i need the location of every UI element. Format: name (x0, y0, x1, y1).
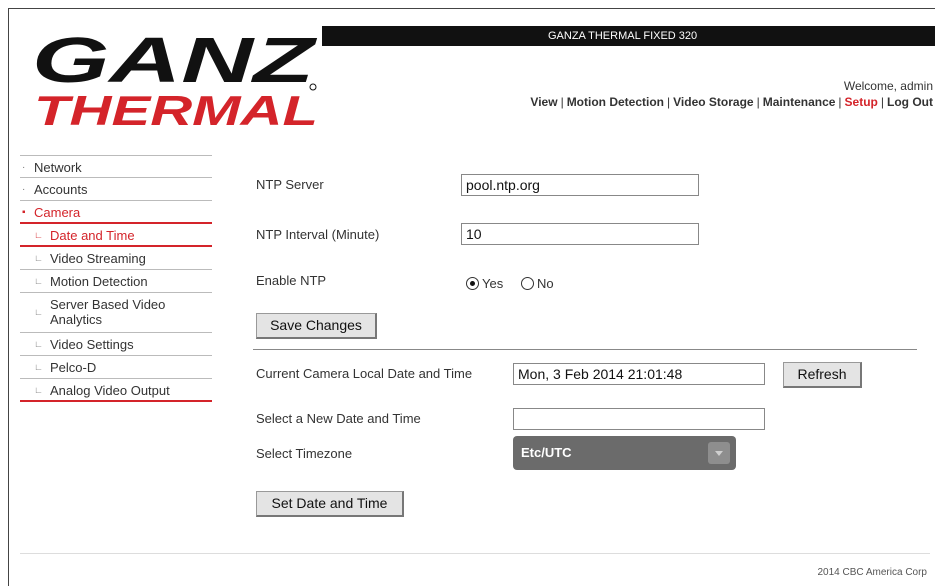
sidebar-item-analog-video-output[interactable]: ∟ Analog Video Output (20, 379, 212, 402)
sub-bullet-icon: ∟ (34, 307, 43, 317)
nav-setup[interactable]: Setup (845, 95, 878, 109)
footer-divider (20, 553, 930, 554)
bullet-icon: · (22, 184, 26, 195)
nav-separator: | (756, 95, 760, 109)
sidebar-item-label: Video Streaming (50, 251, 146, 266)
welcome-text: Welcome, admin (843, 79, 933, 93)
current-datetime-field (513, 363, 765, 385)
new-datetime-label: Select a New Date and Time (256, 411, 421, 426)
ntp-interval-label: NTP Interval (Minute) (256, 227, 380, 242)
sidebar-item-pelco-d[interactable]: ∟ Pelco-D (20, 356, 212, 379)
sidebar-item-label: Accounts (34, 182, 88, 197)
sidebar-item-server-based-video-analytics[interactable]: ∟ Server Based Video Analytics (20, 293, 212, 333)
timezone-select[interactable]: Etc/UTC (513, 436, 736, 470)
ntp-server-label: NTP Server (256, 177, 324, 192)
sidebar-item-accounts[interactable]: · Accounts (20, 178, 212, 201)
sidebar-item-video-settings[interactable]: ∟ Video Settings (20, 333, 212, 356)
sidebar-item-motion-detection[interactable]: ∟ Motion Detection (20, 270, 212, 293)
sidebar-item-label: Video Settings (50, 337, 134, 352)
sidebar-item-date-and-time[interactable]: ∟ Date and Time (20, 224, 212, 247)
nav-separator: | (880, 95, 885, 109)
timezone-label: Select Timezone (256, 446, 353, 461)
ganz-thermal-logo: GANZ THERMAL (32, 24, 319, 134)
enable-ntp-yes-radio[interactable]: Yes (466, 276, 503, 291)
ntp-server-input[interactable] (461, 174, 699, 196)
nav-separator: | (667, 95, 671, 109)
logo-ganz-text: GANZ (32, 24, 319, 96)
nav-motion-detection[interactable]: Motion Detection (567, 95, 664, 109)
bullet-icon: ▪ (22, 207, 26, 218)
current-datetime-label: Current Camera Local Date and Time (256, 366, 473, 381)
sub-bullet-icon: ∟ (34, 385, 43, 395)
device-name: GANZA THERMAL FIXED 320 (548, 30, 698, 42)
sidebar-item-label: Motion Detection (50, 274, 148, 289)
sidebar-item-label: Network (34, 160, 82, 175)
radio-checked-icon (466, 277, 479, 290)
sidebar: · Network · Accounts ▪ Camera ∟ Date and… (20, 155, 212, 402)
nav-video-storage[interactable]: Video Storage (673, 95, 753, 109)
bullet-icon: · (22, 162, 26, 173)
enable-ntp-label: Enable NTP (256, 273, 327, 288)
nav-separator: | (560, 95, 564, 109)
logo-thermal-text: THERMAL (34, 87, 318, 134)
footer-copyright: 2014 CBC America Corp (817, 567, 928, 578)
sub-bullet-icon: ∟ (34, 276, 43, 286)
sidebar-item-label: Analytics (50, 312, 103, 327)
nav-separator: | (838, 95, 842, 109)
ntp-interval-input[interactable] (461, 223, 699, 245)
nav-log-out[interactable]: Log Out (887, 95, 933, 109)
section-divider (253, 349, 917, 350)
radio-unchecked-icon (521, 277, 534, 290)
sidebar-item-video-streaming[interactable]: ∟ Video Streaming (20, 247, 212, 270)
sub-bullet-icon: ∟ (34, 339, 43, 349)
sidebar-item-network[interactable]: · Network (20, 155, 212, 178)
sidebar-item-label: Date and Time (50, 228, 135, 243)
sidebar-item-label: Server Based Video (50, 297, 166, 312)
set-date-and-time-button[interactable]: Set Date and Time (256, 491, 404, 517)
sub-bullet-icon: ∟ (34, 253, 43, 263)
top-nav: View | Motion Detection | Video Storage | Main… (530, 95, 933, 109)
radio-no-label: No (537, 276, 554, 291)
sidebar-item-label: Pelco-D (50, 360, 97, 375)
save-changes-button[interactable]: Save Changes (256, 313, 377, 339)
sub-bullet-icon: ∟ (34, 230, 43, 240)
sidebar-item-label: Analog Video Output (50, 383, 170, 398)
device-title-bar: GANZA THERMAL FIXED 320 (322, 26, 935, 46)
nav-view[interactable]: View (530, 95, 557, 109)
radio-yes-label: Yes (482, 276, 504, 291)
new-datetime-input[interactable] (513, 408, 765, 430)
nav-maintenance[interactable]: Maintenance (763, 95, 836, 109)
chevron-down-icon[interactable] (708, 442, 730, 464)
timezone-value: Etc/UTC (521, 445, 572, 460)
enable-ntp-no-radio[interactable]: No (521, 276, 554, 291)
sidebar-item-label: Camera (34, 205, 81, 220)
sub-bullet-icon: ∟ (34, 362, 43, 372)
sidebar-item-camera[interactable]: ▪ Camera (20, 201, 212, 224)
refresh-button[interactable]: Refresh (783, 362, 862, 388)
